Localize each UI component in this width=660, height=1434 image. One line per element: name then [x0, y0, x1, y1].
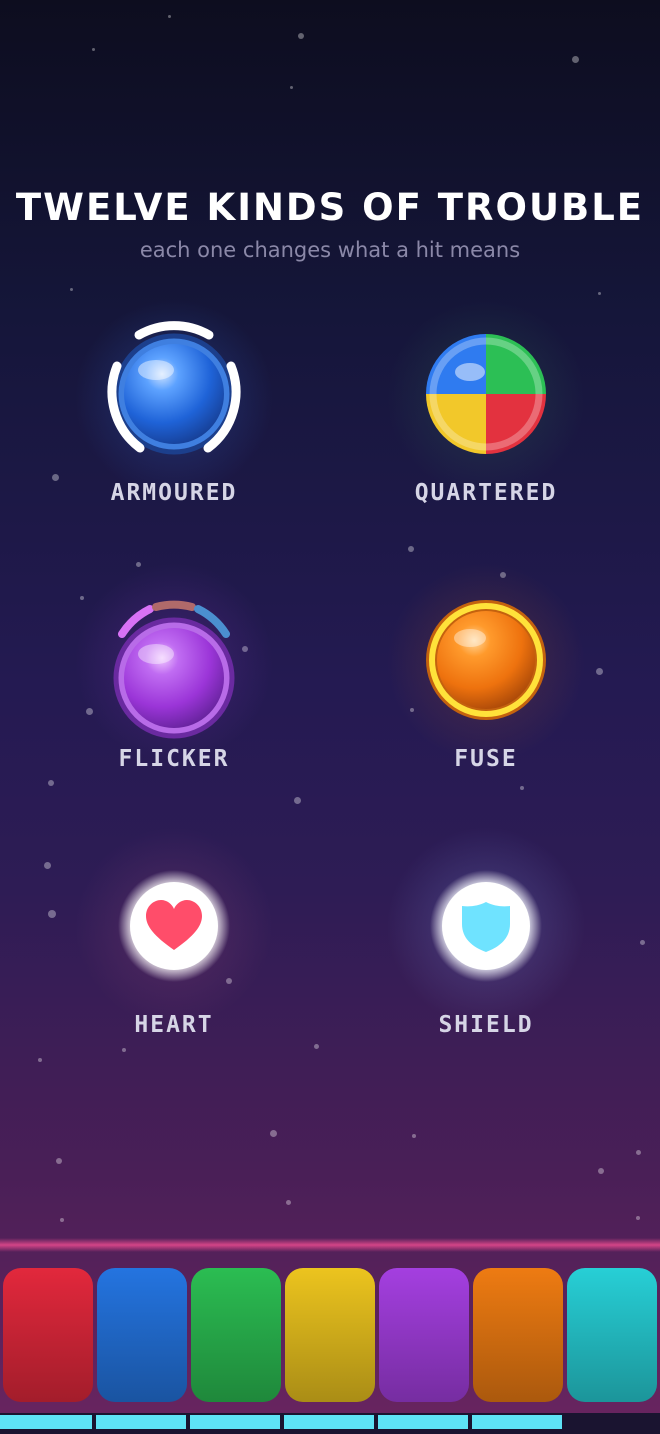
enemy-card-flicker[interactable]: FLICKER: [44, 562, 304, 772]
flicker-orb-icon: [113, 600, 235, 739]
heart-icon: [118, 870, 230, 982]
progress-segment: [378, 1415, 468, 1429]
progress-segment: [472, 1415, 562, 1429]
progress-segment: [190, 1415, 280, 1429]
armoured-orb-icon: [107, 321, 241, 455]
progress-segment: [284, 1415, 374, 1429]
pad-red[interactable]: [3, 1268, 93, 1402]
enemy-label: FLICKER: [118, 746, 230, 772]
enemy-label: FUSE: [454, 746, 518, 772]
enemy-card-armoured[interactable]: ARMOURED: [44, 298, 304, 506]
enemy-card-fuse[interactable]: FUSE: [356, 562, 616, 772]
enemy-card-quartered[interactable]: QUARTERED: [356, 298, 616, 506]
progress-segment: [96, 1415, 186, 1429]
shield-icon: [430, 870, 542, 982]
enemy-label: QUARTERED: [414, 480, 558, 506]
pad-yellow[interactable]: [285, 1268, 375, 1402]
quartered-orb-icon: [426, 334, 546, 454]
page-subtitle: each one changes what a hit means: [139, 238, 521, 262]
powerup-label: SHIELD: [438, 1012, 534, 1038]
progress-bar: [0, 1413, 660, 1434]
progress-segment: [0, 1415, 92, 1429]
pad-blue[interactable]: [97, 1268, 187, 1402]
enemy-label: ARMOURED: [110, 480, 238, 506]
powerup-card-shield[interactable]: SHIELD: [356, 826, 616, 1038]
floor-glow-line: [0, 1238, 660, 1252]
color-pads: [0, 1268, 660, 1404]
pad-green[interactable]: [191, 1268, 281, 1402]
fuse-orb-icon: [426, 600, 546, 720]
powerup-card-heart[interactable]: HEART: [44, 826, 304, 1038]
pad-orange[interactable]: [473, 1268, 563, 1402]
powerup-label: HEART: [134, 1012, 214, 1038]
page-title: TWELVE KINDS OF TROUBLE: [15, 186, 645, 229]
pad-purple[interactable]: [379, 1268, 469, 1402]
pad-teal[interactable]: [567, 1268, 657, 1402]
